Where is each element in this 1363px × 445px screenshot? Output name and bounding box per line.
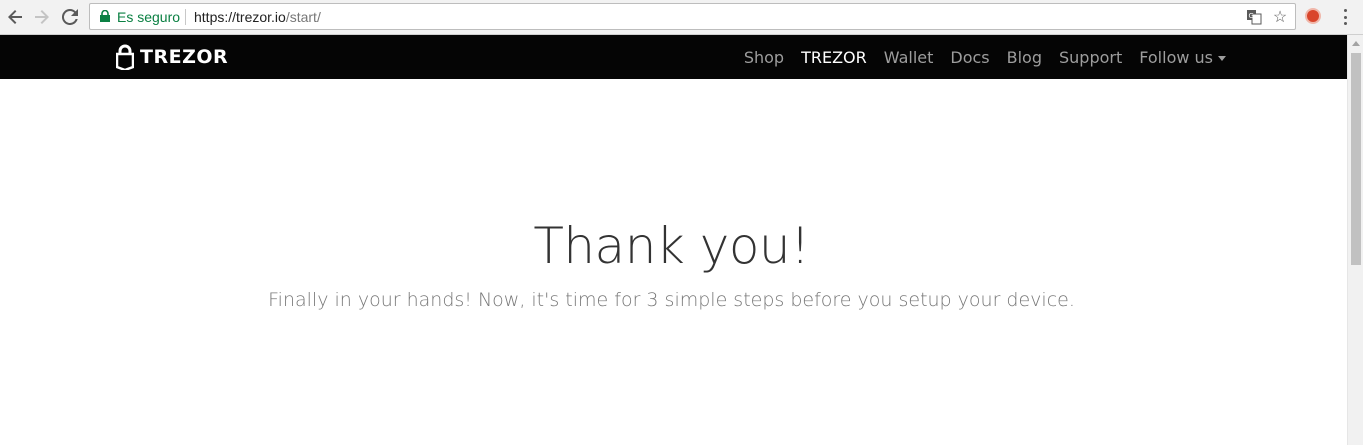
nav-menu: Shop TREZOR Wallet Docs Blog Support Fol… bbox=[727, 35, 1226, 79]
nav-blog[interactable]: Blog bbox=[1007, 48, 1042, 67]
scroll-thumb[interactable] bbox=[1351, 53, 1361, 265]
scroll-up-icon[interactable] bbox=[1352, 41, 1360, 46]
translate-icon[interactable]: G bbox=[1245, 8, 1263, 26]
divider bbox=[185, 9, 186, 25]
star-icon[interactable]: ☆ bbox=[1271, 8, 1289, 26]
back-icon[interactable] bbox=[4, 6, 26, 28]
url-text[interactable]: https://trezor.io/start/ bbox=[194, 9, 321, 25]
nav-trezor[interactable]: TREZOR bbox=[801, 48, 867, 67]
follow-us-label: Follow us bbox=[1139, 47, 1213, 67]
svg-text:G: G bbox=[1249, 12, 1254, 20]
browser-toolbar: Es seguro https://trezor.io/start/ G ☆ bbox=[0, 0, 1363, 35]
page-subtitle: Finally in your hands! Now, it's time fo… bbox=[268, 289, 1075, 311]
menu-icon[interactable] bbox=[1338, 7, 1352, 27]
trezor-logo[interactable]: TREZOR bbox=[116, 44, 228, 70]
lock-icon bbox=[100, 10, 110, 22]
security-label: Es seguro bbox=[117, 9, 181, 25]
nav-support[interactable]: Support bbox=[1059, 48, 1122, 67]
site-navbar: TREZOR Shop TREZOR Wallet Docs Blog Supp… bbox=[0, 35, 1347, 79]
nav-shop[interactable]: Shop bbox=[744, 48, 784, 67]
main-content: Thank you! Finally in your hands! Now, i… bbox=[0, 79, 1347, 445]
nav-docs[interactable]: Docs bbox=[950, 48, 989, 67]
caret-down-icon bbox=[1218, 55, 1226, 61]
forward-icon[interactable] bbox=[31, 6, 53, 28]
page-scrollbar[interactable] bbox=[1347, 35, 1363, 445]
url-host: https://trezor.io bbox=[194, 9, 286, 25]
extension-icon[interactable] bbox=[1305, 8, 1321, 24]
nav-follow-us[interactable]: Follow us bbox=[1139, 48, 1226, 67]
nav-wallet[interactable]: Wallet bbox=[884, 48, 934, 67]
url-path: /start/ bbox=[285, 9, 321, 25]
address-bar[interactable]: Es seguro https://trezor.io/start/ G ☆ bbox=[89, 3, 1296, 30]
logo-text: TREZOR bbox=[140, 46, 229, 68]
page-title: Thank you! bbox=[533, 217, 810, 275]
padlock-icon bbox=[116, 44, 134, 70]
reload-icon[interactable] bbox=[59, 6, 81, 28]
